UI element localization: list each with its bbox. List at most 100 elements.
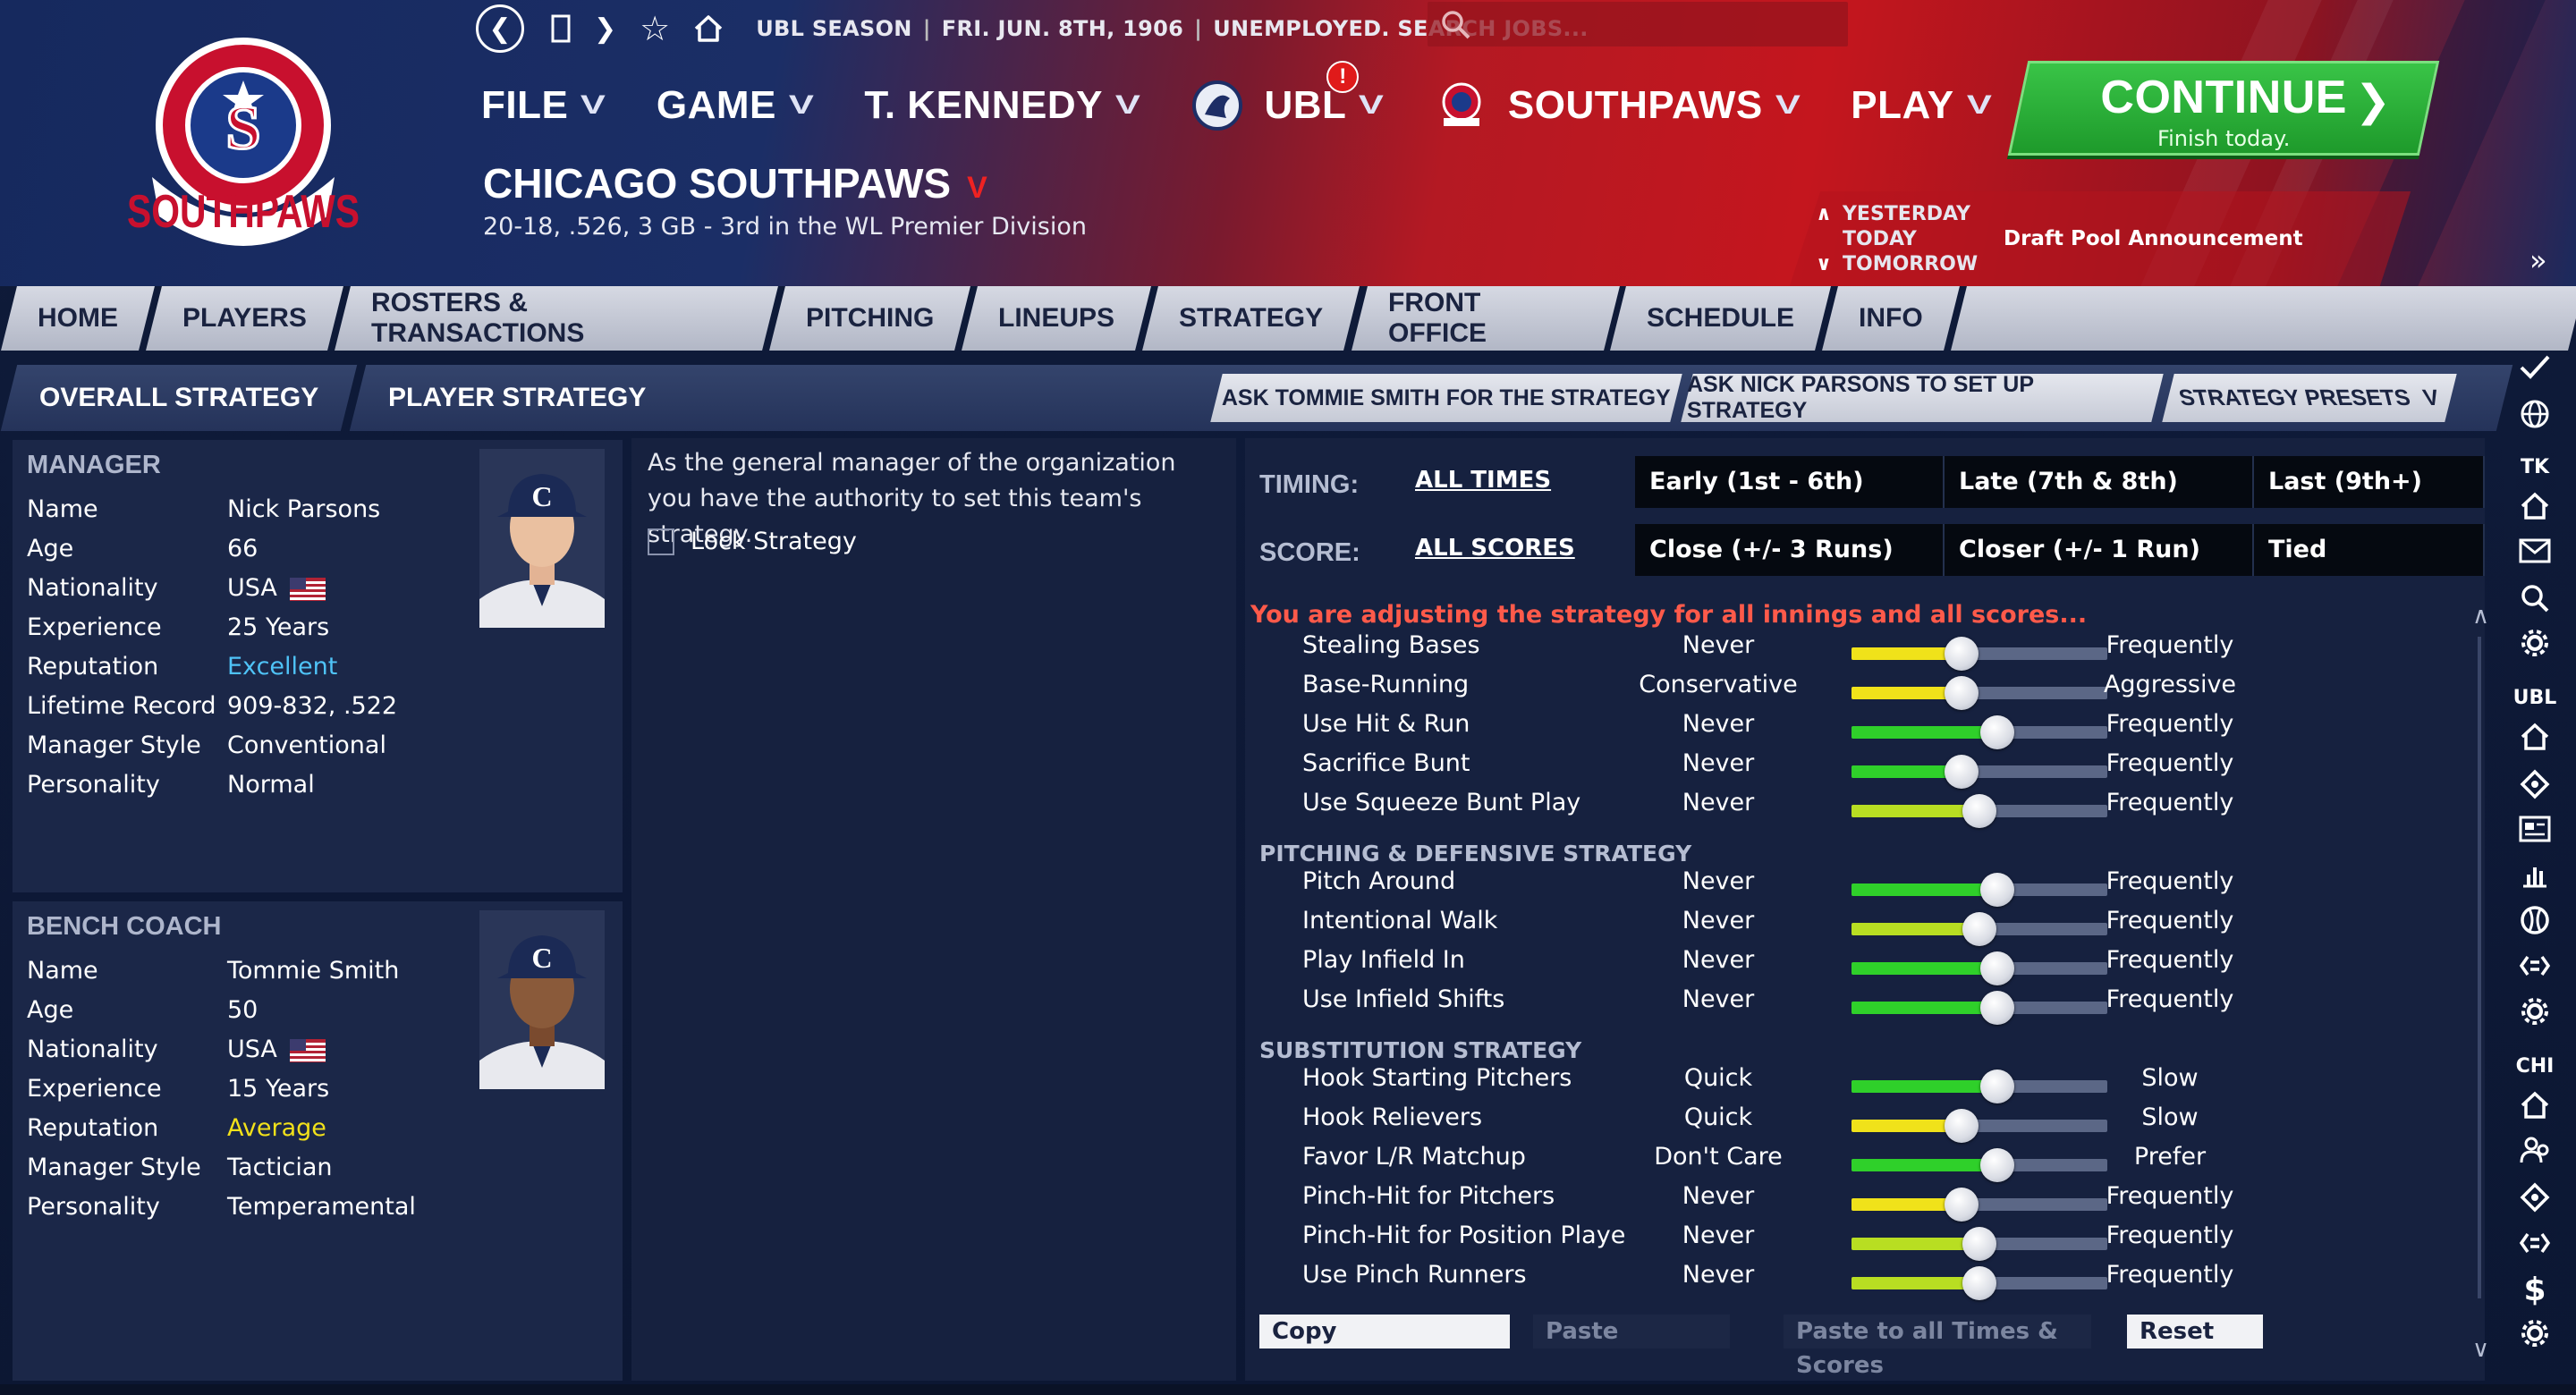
slider-handle[interactable] [1980, 1070, 2014, 1103]
slider-handle[interactable] [1945, 637, 1979, 671]
tab-players[interactable]: PLAYERS [146, 286, 343, 351]
score-tied[interactable]: Tied [2254, 524, 2485, 576]
tab-strategy[interactable]: STRATEGY [1142, 286, 1360, 351]
timing-last[interactable]: Last (9th+) [2254, 456, 2485, 508]
slider-track[interactable] [1852, 951, 2107, 985]
tab-info[interactable]: INFO [1822, 286, 1960, 351]
scroll-up-icon[interactable]: ∧ [2472, 603, 2489, 630]
season-label[interactable]: UBL SEASON [756, 16, 911, 41]
file-menu[interactable]: FILE V [481, 83, 606, 128]
slider-track[interactable] [1852, 755, 2107, 789]
slider-handle[interactable] [1962, 912, 1996, 946]
gear-icon[interactable] [2494, 1318, 2576, 1355]
slider-handle[interactable] [1945, 1109, 1979, 1143]
ask-nick-button[interactable]: ASK NICK PARSONS TO SET UP STRATEGY [1681, 372, 2164, 423]
slider-track[interactable] [1852, 1070, 2107, 1103]
strategy-presets-dropdown[interactable]: STRATEGY PRESETS V [2162, 374, 2457, 422]
scrollbar[interactable] [2478, 637, 2481, 1298]
score-closer[interactable]: Closer (+/- 1 Run) [1945, 524, 2254, 576]
team-title[interactable]: CHICAGO SOUTHPAWS V [483, 159, 987, 207]
copy-button[interactable]: Copy [1259, 1315, 1510, 1348]
baseball-icon[interactable] [2494, 905, 2576, 942]
game-menu[interactable]: GAME V [657, 83, 814, 128]
slider-handle[interactable] [1980, 991, 2014, 1025]
slider-handle[interactable] [1980, 951, 2014, 985]
gear-icon[interactable] [2494, 996, 2576, 1033]
tab-lineups[interactable]: LINEUPS [962, 286, 1152, 351]
search-icon[interactable] [2494, 583, 2576, 620]
reset-button[interactable]: Reset [2127, 1315, 2263, 1348]
yesterday-link[interactable]: ∧ YESTERDAY [1816, 202, 1978, 227]
play-menu[interactable]: PLAY V [1851, 83, 1991, 128]
slider-handle[interactable] [1980, 873, 2014, 907]
tab-pitching[interactable]: PITCHING [769, 286, 971, 351]
event-label[interactable]: Draft Pool Announcement [2004, 227, 2303, 250]
back-icon[interactable]: ❮ [476, 4, 524, 53]
home-icon[interactable] [693, 14, 724, 43]
team-menu[interactable]: SOUTHPAWS V [1435, 79, 1801, 132]
collapse-sidebar-icon[interactable]: » [2529, 243, 2547, 277]
user-menu[interactable]: T. KENNEDY V [864, 83, 1140, 128]
subtab-player-strategy[interactable]: PLAYER STRATEGY [350, 365, 685, 431]
slider-track[interactable] [1852, 1188, 2107, 1222]
slider-track[interactable] [1852, 912, 2107, 946]
today-link[interactable]: TODAY [1816, 227, 1978, 252]
dollar-icon[interactable]: $ [2494, 1272, 2576, 1308]
date-label[interactable]: FRI. JUN. 8TH, 1906 [942, 16, 1183, 41]
score-close[interactable]: Close (+/- 3 Runs) [1635, 524, 1945, 576]
gear-icon[interactable] [2494, 628, 2576, 664]
star-icon[interactable]: ☆ [640, 9, 670, 48]
lock-strategy-checkbox[interactable]: Lock Strategy [648, 528, 857, 555]
slider-track[interactable] [1852, 1148, 2107, 1182]
trade-icon[interactable] [2494, 951, 2576, 986]
tab-front-office[interactable]: FRONT OFFICE [1351, 286, 1620, 351]
paste-button[interactable]: Paste [1533, 1315, 1730, 1348]
paste-all-button[interactable]: Paste to all Times & Scores [1784, 1315, 2091, 1379]
diamond-icon[interactable] [2494, 1182, 2576, 1219]
slider-handle[interactable] [1980, 1148, 2014, 1182]
slider-track[interactable] [1852, 1227, 2107, 1261]
home-icon[interactable] [2494, 1091, 2576, 1126]
slider-track[interactable] [1852, 873, 2107, 907]
timing-late[interactable]: Late (7th & 8th) [1945, 456, 2254, 508]
slider-handle[interactable] [1962, 1266, 1996, 1300]
slider-handle[interactable] [1945, 676, 1979, 710]
timing-early[interactable]: Early (1st - 6th) [1635, 456, 1945, 508]
slider-handle[interactable] [1945, 1188, 1979, 1222]
ask-tommie-button[interactable]: ASK TOMMIE SMITH FOR THE STRATEGY [1210, 374, 1682, 422]
slider-handle[interactable] [1980, 715, 2014, 749]
slider-track[interactable] [1852, 794, 2107, 828]
home-icon[interactable] [2494, 492, 2576, 527]
slider-track[interactable] [1852, 1266, 2107, 1300]
slider-handle[interactable] [1962, 1227, 1996, 1261]
slider-handle[interactable] [1962, 794, 1996, 828]
all-times-link[interactable]: ALL TIMES [1415, 467, 1551, 494]
players-icon[interactable] [2494, 1136, 2576, 1172]
news-icon[interactable] [2494, 816, 2576, 849]
scroll-down-icon[interactable]: ∨ [2472, 1336, 2489, 1363]
globe-icon[interactable] [2494, 399, 2576, 435]
trade-icon[interactable] [2494, 1229, 2576, 1264]
check-icon[interactable] [2494, 352, 2576, 387]
search-box[interactable] [1428, 2, 1848, 46]
subtab-overall-strategy[interactable]: OVERALL STRATEGY [0, 365, 358, 431]
slider-track[interactable] [1852, 637, 2107, 671]
tab-schedule[interactable]: SCHEDULE [1610, 286, 1832, 351]
slider-track[interactable] [1852, 715, 2107, 749]
slider-track[interactable] [1852, 1109, 2107, 1143]
stats-icon[interactable] [2494, 860, 2576, 895]
mail-icon[interactable] [2494, 538, 2576, 570]
tab-rosters[interactable]: ROSTERS & TRANSACTIONS [334, 286, 779, 351]
slider-track[interactable] [1852, 991, 2107, 1025]
tomorrow-link[interactable]: ∨ TOMORROW [1816, 252, 1978, 277]
league-menu[interactable]: UBL ! V [1191, 61, 1384, 132]
forward-icon[interactable]: ❯ [594, 13, 616, 45]
home-icon[interactable] [2494, 723, 2576, 757]
bookmark-icon[interactable] [551, 14, 571, 43]
diamond-icon[interactable] [2494, 769, 2576, 806]
checkbox-icon[interactable] [648, 528, 674, 555]
slider-track[interactable] [1852, 676, 2107, 710]
all-scores-link[interactable]: ALL SCORES [1415, 535, 1575, 562]
tab-home[interactable]: HOME [1, 286, 155, 351]
slider-handle[interactable] [1945, 755, 1979, 789]
